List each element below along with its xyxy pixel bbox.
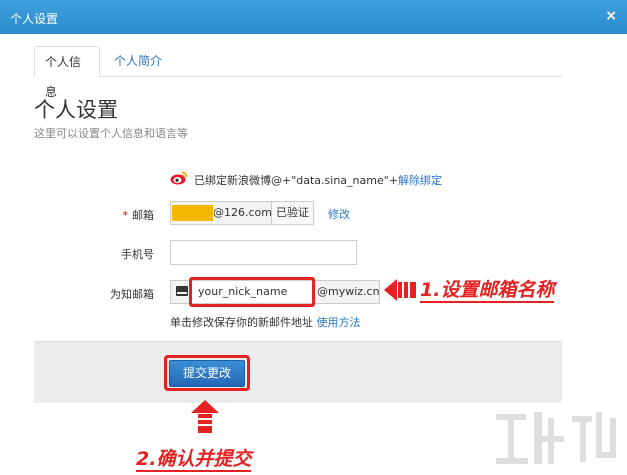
usage-link[interactable]: 使用方法 (317, 316, 361, 329)
email-label-row: * 邮箱 (74, 207, 155, 223)
form-footer (34, 341, 562, 403)
phone-label: 手机号 (121, 248, 154, 261)
required-marker: * (122, 209, 129, 222)
help-text: 单击修改保存你的新邮件地址 (170, 316, 317, 329)
submit-button[interactable]: 提交更改 (169, 360, 245, 387)
annotation-highlight-nickname (189, 277, 315, 307)
envelope-icon (176, 286, 188, 296)
tab-bar: 个人信息 个人简介 (34, 46, 562, 99)
email-redaction-mask (172, 205, 213, 221)
email-field: @126.com 已验证 (170, 201, 314, 225)
tab-profile[interactable]: 个人简介 (104, 46, 172, 77)
unbind-link[interactable]: 解除绑定 (398, 174, 442, 187)
wiz-mail-label: 为知邮箱 (110, 288, 154, 301)
verified-badge: 已验证 (271, 202, 313, 224)
modify-email-link[interactable]: 修改 (328, 206, 350, 222)
wiz-mail-domain: @mywiz.cn (317, 285, 380, 298)
page-subtitle: 这里可以设置个人信息和语言等 (34, 127, 188, 140)
phone-input[interactable] (170, 240, 357, 265)
page-title: 个人设置 (34, 98, 118, 122)
annotation-step2: 2.确认并提交 (136, 448, 252, 472)
dialog-title: 个人设置 (10, 12, 59, 26)
arrow-left-icon (384, 279, 416, 301)
email-label: 邮箱 (132, 209, 154, 222)
arrow-up-icon (191, 400, 219, 433)
dialog-titlebar: 个人设置 × (0, 0, 627, 34)
email-domain: @126.com (213, 206, 272, 219)
close-icon[interactable]: × (605, 8, 617, 24)
weibo-status-text: 已绑定新浪微博@+"data.sina_name"+ (194, 174, 399, 187)
help-row: 单击修改保存你的新邮件地址 使用方法 (170, 314, 361, 330)
tab-personal-info[interactable]: 个人信息 (34, 46, 100, 99)
weibo-icon (170, 171, 188, 185)
watermark-logo (496, 412, 616, 464)
annotation-step1: 1.设置邮箱名称 (420, 279, 555, 303)
